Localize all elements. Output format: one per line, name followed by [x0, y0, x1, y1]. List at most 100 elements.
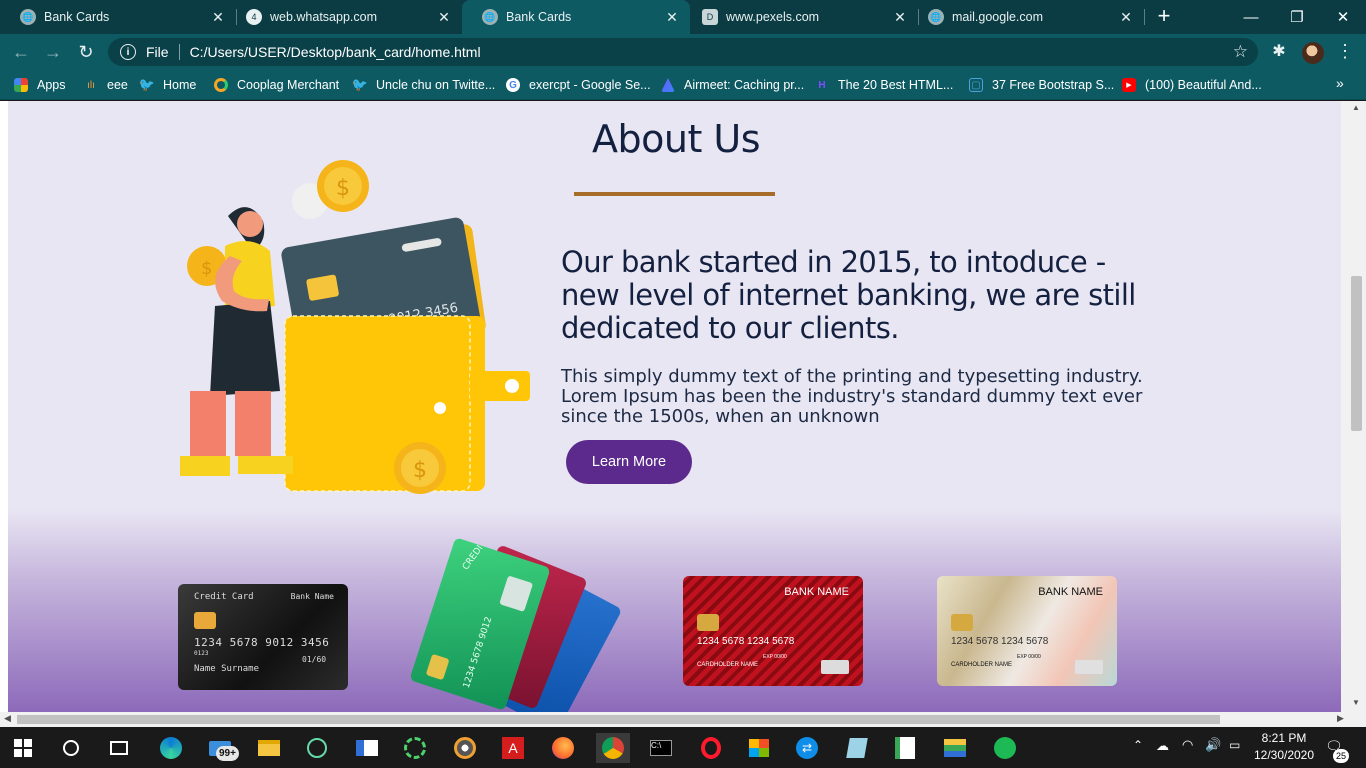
google-icon: G: [506, 78, 520, 92]
bookmark-label: Uncle chu on Twitte...: [376, 78, 496, 92]
close-tab-icon[interactable]: ✕: [664, 9, 680, 25]
tab-bank-cards-active[interactable]: 🌐 Bank Cards ✕: [462, 0, 690, 34]
forward-button[interactable]: →: [42, 41, 64, 63]
twitter-icon: 🐦: [138, 77, 156, 92]
tab-title: www.pexels.com: [726, 10, 820, 24]
scroll-down-arrow[interactable]: ▼: [1352, 698, 1360, 707]
browser-window: 🌐 Bank Cards ✕ 4 web.whatsapp.com ✕ 🌐 Ba…: [0, 0, 1366, 768]
bookmark-home[interactable]: 🐦 Home: [138, 76, 196, 94]
fanned-cards: CREDIT CARD 1234 5678 9012: [408, 537, 638, 712]
tab-title: web.whatsapp.com: [270, 10, 378, 24]
scroll-right-arrow[interactable]: ▶: [1337, 713, 1344, 724]
card-bank-label: BANK NAME: [1038, 586, 1103, 598]
task-view-icon[interactable]: [104, 733, 134, 763]
acrobat-icon[interactable]: A: [498, 733, 528, 763]
restore-button[interactable]: ❐: [1274, 0, 1320, 34]
omnibox-divider: [178, 44, 180, 60]
bookmark-eee[interactable]: ılı eee: [84, 76, 128, 94]
page-title: About Us: [592, 117, 761, 161]
teamviewer-icon[interactable]: ⇄: [792, 733, 822, 763]
firefox-icon[interactable]: [548, 733, 578, 763]
bookmark-apps[interactable]: Apps: [14, 76, 66, 94]
hologram-icon: [499, 575, 534, 612]
card-number: 1234 5678 9012: [461, 615, 495, 690]
globe-icon: 🌐: [482, 9, 498, 25]
card-holder: CARDHOLDER NAME: [951, 662, 1013, 668]
bookmark-bootstrap[interactable]: ▢ 37 Free Bootstrap S...: [969, 76, 1114, 94]
tab-strip: 🌐 Bank Cards ✕ 4 web.whatsapp.com ✕ 🌐 Ba…: [0, 0, 1366, 34]
svg-text:$: $: [201, 258, 212, 279]
scroll-up-arrow[interactable]: ▲: [1352, 103, 1360, 112]
pexels-icon: D: [702, 9, 718, 25]
info-icon[interactable]: i: [120, 44, 136, 60]
store-icon[interactable]: [744, 733, 774, 763]
bookmark-label: (100) Beautiful And...: [1145, 78, 1262, 92]
bookmark-star-icon[interactable]: ☆: [1233, 42, 1248, 62]
spotify-icon[interactable]: [990, 733, 1020, 763]
show-hidden-icons[interactable]: ⌃: [1133, 738, 1143, 752]
learn-more-button[interactable]: Learn More: [566, 440, 692, 484]
menu-kebab-icon[interactable]: ⋮: [1336, 40, 1354, 62]
bookmark-youtube[interactable]: ▶ (100) Beautiful And...: [1122, 76, 1262, 94]
url-text[interactable]: C:/Users/USER/Desktop/bank_card/home.htm…: [190, 44, 481, 60]
terminal-icon[interactable]: C:\: [646, 733, 676, 763]
profile-avatar[interactable]: [1302, 42, 1324, 64]
card-number: 1234 5678 1234 5678: [697, 636, 795, 647]
onedrive-icon[interactable]: ☁: [1156, 738, 1169, 754]
minimize-button[interactable]: —: [1228, 0, 1274, 34]
sheet-icon[interactable]: [890, 733, 920, 763]
recorder-icon[interactable]: [450, 733, 480, 763]
pearl-credit-card: BANK NAME 1234 5678 1234 5678 EXP 00/00 …: [937, 576, 1117, 686]
atom-icon[interactable]: [302, 733, 332, 763]
tab-bank-cards-1[interactable]: 🌐 Bank Cards ✕: [0, 0, 236, 34]
chip-icon: [194, 612, 216, 629]
tab-whatsapp[interactable]: 4 web.whatsapp.com ✕: [226, 0, 462, 34]
wifi-icon[interactable]: ◠: [1182, 737, 1193, 753]
chip-icon: [697, 614, 719, 631]
more-bookmarks-icon[interactable]: »: [1336, 75, 1344, 91]
tab-gmail[interactable]: 🌐 mail.google.com ✕: [908, 0, 1144, 34]
back-button[interactable]: ←: [10, 41, 32, 63]
cards-showcase: Credit Card Bank Name 1234 5678 9012 345…: [8, 509, 1341, 712]
volume-icon[interactable]: 🔊: [1205, 737, 1221, 753]
extensions-icon[interactable]: ✱: [1270, 41, 1288, 60]
card-expiry: EXP 00/00: [763, 654, 787, 660]
opera-icon[interactable]: [696, 733, 726, 763]
close-tab-icon[interactable]: ✕: [436, 9, 452, 25]
bookmark-label: exercpt - Google Se...: [529, 78, 651, 92]
battery-icon[interactable]: ▭: [1229, 738, 1240, 752]
file-explorer-icon[interactable]: [254, 733, 284, 763]
horizontal-scroll-thumb[interactable]: [17, 715, 1220, 724]
bluestacks-icon[interactable]: [940, 733, 970, 763]
black-credit-card: Credit Card Bank Name 1234 5678 9012 345…: [178, 584, 348, 690]
card-holder: CARDHOLDER NAME: [697, 662, 759, 668]
bookmark-exercpt[interactable]: G exercpt - Google Se...: [506, 76, 651, 94]
lead-paragraph: Our bank started in 2015, to intoduce - …: [561, 245, 1136, 345]
close-tab-icon[interactable]: ✕: [210, 9, 226, 25]
close-tab-icon[interactable]: ✕: [892, 9, 908, 25]
tab-pexels[interactable]: D www.pexels.com ✕: [682, 0, 918, 34]
vertical-scroll-thumb[interactable]: [1351, 276, 1362, 431]
scroll-left-arrow[interactable]: ◀: [4, 713, 11, 724]
reload-button[interactable]: ↻: [75, 41, 97, 63]
chrome-icon[interactable]: [596, 733, 630, 763]
bookmark-uncle-chu[interactable]: 🐦 Uncle chu on Twitte...: [352, 76, 496, 94]
news-icon[interactable]: [352, 733, 382, 763]
clock[interactable]: 8:21 PM 12/30/2020: [1252, 730, 1316, 764]
search-circle-icon[interactable]: [56, 733, 86, 763]
mail-badge: 99+: [216, 746, 239, 761]
new-tab-button[interactable]: +: [1152, 5, 1176, 29]
bookmark-label: Airmeet: Caching pr...: [684, 78, 805, 92]
airmeet-icon: [661, 78, 675, 92]
address-bar[interactable]: i File C:/Users/USER/Desktop/bank_card/h…: [108, 38, 1258, 66]
bookmark-airmeet[interactable]: Airmeet: Caching pr...: [661, 76, 804, 94]
close-tab-icon[interactable]: ✕: [1118, 9, 1134, 25]
svg-text:$: $: [336, 176, 350, 201]
bookmark-html[interactable]: H The 20 Best HTML...: [815, 76, 953, 94]
windows-start-icon[interactable]: [8, 733, 38, 763]
edge-icon[interactable]: [156, 733, 186, 763]
notes-icon[interactable]: [842, 733, 872, 763]
close-window-button[interactable]: ✕: [1320, 0, 1366, 34]
ring-app-icon[interactable]: [400, 733, 430, 763]
bookmark-cooplag[interactable]: Cooplag Merchant: [214, 76, 339, 94]
